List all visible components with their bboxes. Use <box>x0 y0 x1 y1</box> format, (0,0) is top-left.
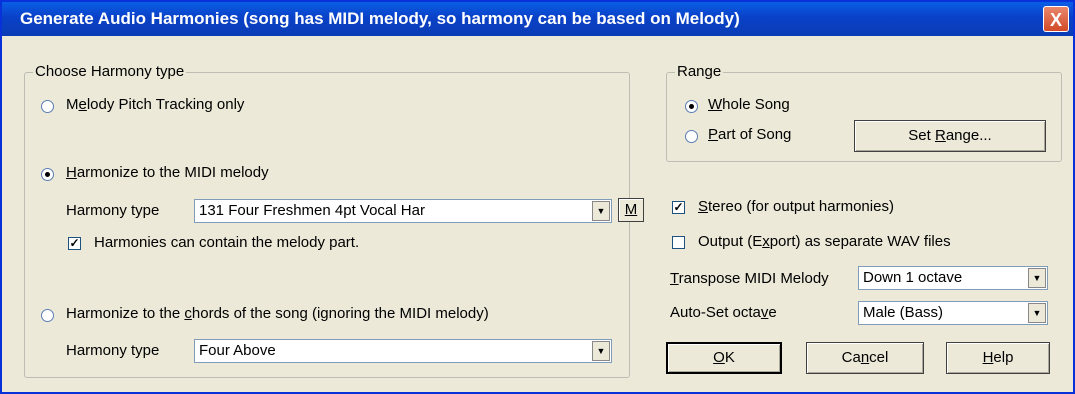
chords-radio[interactable] <box>41 309 54 322</box>
m-button[interactable]: M <box>618 198 644 222</box>
melody-tracking-radio[interactable] <box>41 100 54 113</box>
chevron-down-icon[interactable]: ▼ <box>1028 268 1046 288</box>
contains-melody-checkbox[interactable]: ✓ <box>68 237 81 250</box>
harmony-type-value-2: Four Above <box>199 342 276 359</box>
stereo-checkbox[interactable]: ✓ <box>672 201 685 214</box>
dialog-title: Generate Audio Harmonies (song has MIDI … <box>20 9 740 28</box>
close-icon: X <box>1049 10 1062 30</box>
transpose-select[interactable]: Down 1 octave ▼ <box>858 266 1048 290</box>
chevron-down-icon[interactable]: ▼ <box>592 341 610 361</box>
range-legend: Range <box>675 63 724 80</box>
harmony-type-select-2[interactable]: Four Above ▼ <box>194 339 612 363</box>
harmony-dialog: Generate Audio Harmonies (song has MIDI … <box>0 0 1075 394</box>
harmony-type-label-2: Harmony type <box>66 342 160 359</box>
close-button[interactable]: X <box>1043 6 1069 32</box>
chevron-down-icon[interactable]: ▼ <box>1028 303 1046 323</box>
midi-melody-radio[interactable] <box>41 168 54 181</box>
export-checkbox[interactable] <box>672 236 685 249</box>
transpose-value: Down 1 octave <box>863 269 963 286</box>
harmony-type-group: Choose Harmony type <box>24 63 630 378</box>
transpose-label: Transpose MIDI Melody <box>670 270 829 287</box>
harmony-type-legend: Choose Harmony type <box>33 63 187 80</box>
part-of-song-label[interactable]: Part of Song <box>708 126 791 143</box>
harmony-type-select-1[interactable]: 131 Four Freshmen 4pt Vocal Har ▼ <box>194 199 612 223</box>
autoset-value: Male (Bass) <box>863 304 944 321</box>
contains-melody-label[interactable]: Harmonies can contain the melody part. <box>94 234 359 251</box>
harmony-type-label-1: Harmony type <box>66 202 160 219</box>
part-of-song-radio[interactable] <box>685 130 698 143</box>
ok-button[interactable]: OK <box>666 342 782 374</box>
export-label[interactable]: Output (Export) as separate WAV files <box>698 233 951 250</box>
chevron-down-icon[interactable]: ▼ <box>592 201 610 221</box>
melody-tracking-label[interactable]: Melody Pitch Tracking only <box>66 96 244 113</box>
title-bar[interactable]: Generate Audio Harmonies (song has MIDI … <box>2 2 1073 36</box>
harmony-type-value-1: 131 Four Freshmen 4pt Vocal Har <box>199 202 425 219</box>
chords-label[interactable]: Harmonize to the chords of the song (ign… <box>66 305 489 322</box>
help-button[interactable]: Help <box>946 342 1050 374</box>
whole-song-label[interactable]: Whole Song <box>708 96 790 113</box>
set-range-button[interactable]: Set Range... <box>854 120 1046 152</box>
autoset-select[interactable]: Male (Bass) ▼ <box>858 301 1048 325</box>
midi-melody-label[interactable]: Harmonize to the MIDI melody <box>66 164 269 181</box>
whole-song-radio[interactable] <box>685 100 698 113</box>
stereo-label[interactable]: Stereo (for output harmonies) <box>698 198 894 215</box>
cancel-button[interactable]: Cancel <box>806 342 924 374</box>
autoset-label: Auto-Set octave <box>670 304 777 321</box>
